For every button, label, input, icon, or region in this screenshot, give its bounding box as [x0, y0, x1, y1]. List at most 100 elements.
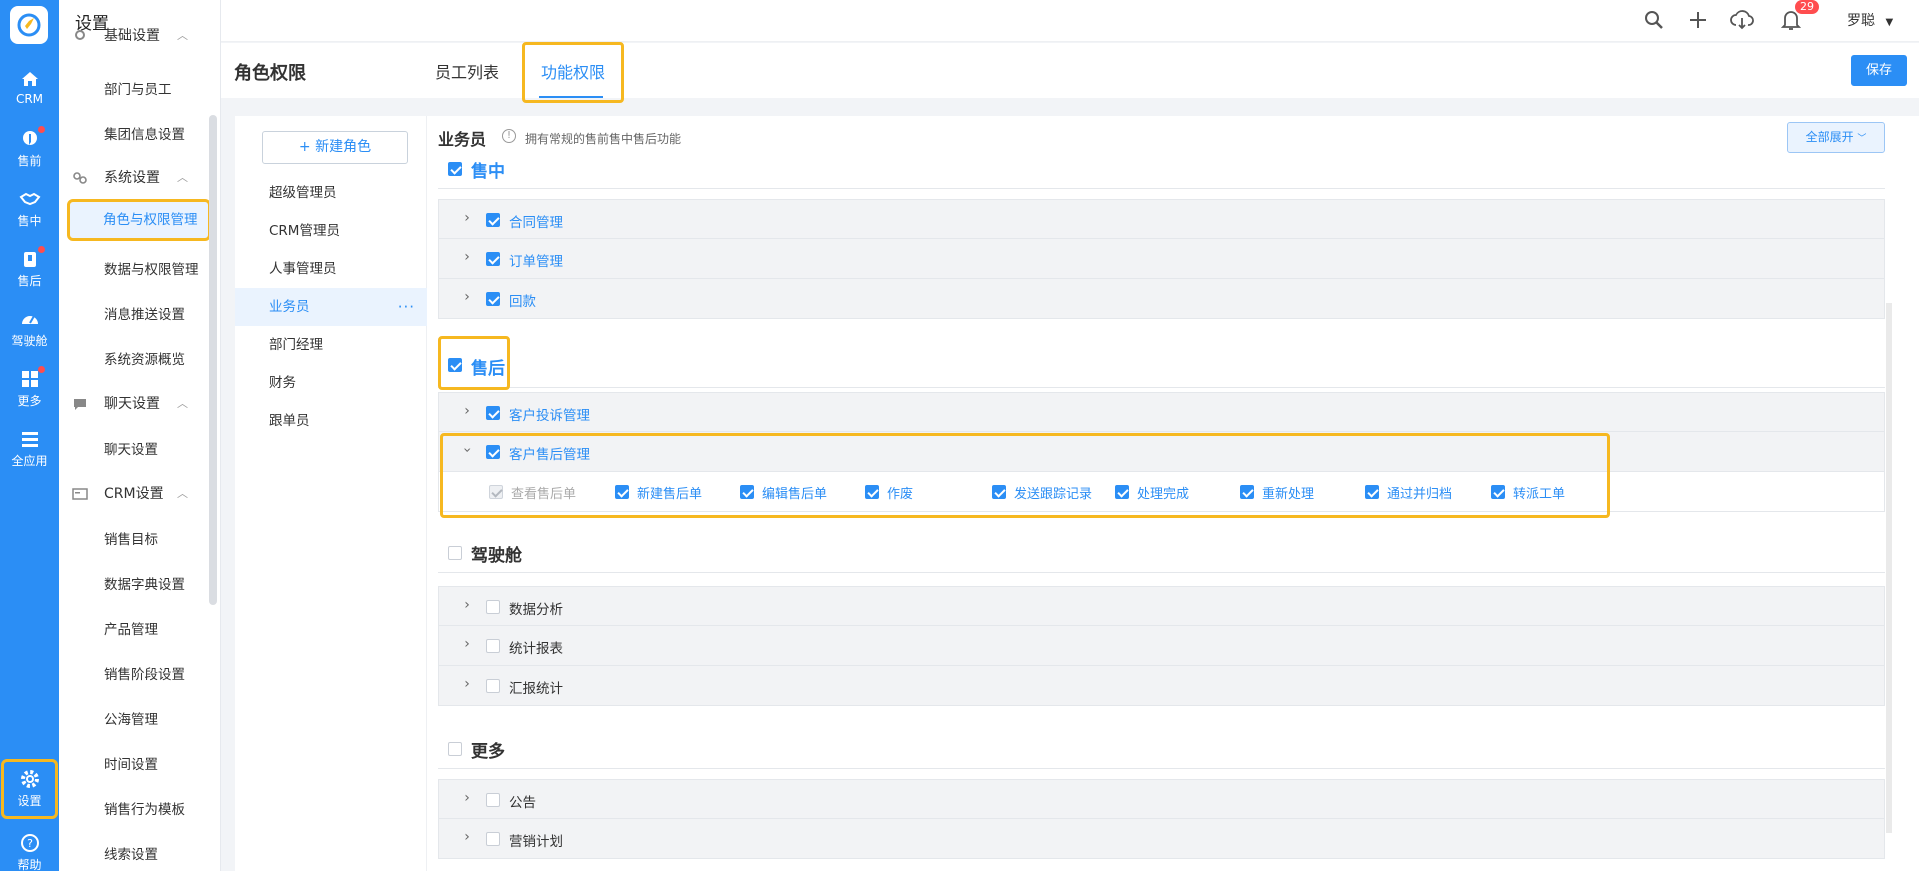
- role-item[interactable]: 跟单员: [235, 402, 427, 440]
- tab-employee-list[interactable]: 员工列表: [435, 59, 499, 83]
- permission-checkbox[interactable]: [615, 485, 629, 499]
- permission-checkbox[interactable]: [1365, 485, 1379, 499]
- module-checkbox[interactable]: [486, 832, 500, 846]
- chevron-right-icon[interactable]: ›: [461, 403, 473, 419]
- section-checkbox[interactable]: [448, 162, 462, 176]
- permission-item[interactable]: 作废: [865, 485, 913, 502]
- chevron-right-icon[interactable]: ›: [461, 636, 473, 652]
- permission-item[interactable]: 转派工单: [1491, 485, 1565, 502]
- chevron-right-icon[interactable]: ›: [461, 790, 473, 806]
- sidebar-item-departments[interactable]: 部门与员工: [59, 72, 209, 108]
- module-checkbox[interactable]: [486, 639, 500, 653]
- chevron-right-icon[interactable]: ›: [461, 249, 473, 265]
- permission-checkbox[interactable]: [865, 485, 879, 499]
- sidebar-item-time[interactable]: 时间设置: [59, 747, 209, 783]
- rail-item-settings[interactable]: 设置: [1, 759, 58, 819]
- section-checkbox[interactable]: [448, 546, 462, 560]
- module-row[interactable]: › 客户投诉管理: [438, 392, 1885, 432]
- sidebar-item-data-permissions[interactable]: 数据与权限管理: [59, 252, 209, 288]
- sidebar-group-label: 基础设置: [104, 28, 160, 44]
- section-checkbox[interactable]: [448, 358, 462, 372]
- module-checkbox[interactable]: [486, 292, 500, 306]
- rail-item-presale[interactable]: 售前: [0, 122, 59, 174]
- sidebar-item-sales-target[interactable]: 销售目标: [59, 522, 209, 558]
- sidebar-item-chat-settings[interactable]: 聊天设置: [59, 432, 209, 468]
- permission-checkbox[interactable]: [992, 485, 1006, 499]
- app-logo[interactable]: [10, 6, 48, 44]
- permission-checkbox[interactable]: [1491, 485, 1505, 499]
- sidebar-item-public-pool[interactable]: 公海管理: [59, 702, 209, 738]
- role-item[interactable]: CRM管理员: [235, 212, 427, 250]
- module-row-expanded[interactable]: › 客户售后管理: [438, 432, 1885, 472]
- permission-item[interactable]: 编辑售后单: [740, 485, 827, 502]
- rail-item-crm[interactable]: CRM: [0, 62, 59, 114]
- content-scrollbar[interactable]: [1886, 303, 1892, 833]
- tab-feature-permissions[interactable]: 功能权限: [541, 59, 605, 83]
- module-row[interactable]: › 数据分析: [438, 586, 1885, 626]
- chevron-right-icon[interactable]: ›: [461, 597, 473, 613]
- sidebar-item-group-info[interactable]: 集团信息设置: [59, 117, 209, 153]
- rail-item-all-apps[interactable]: 全应用: [0, 422, 59, 474]
- chevron-right-icon[interactable]: ›: [461, 210, 473, 226]
- module-checkbox[interactable]: [486, 213, 500, 227]
- permission-item[interactable]: 处理完成: [1115, 485, 1189, 502]
- permission-checkbox[interactable]: [1240, 485, 1254, 499]
- module-checkbox[interactable]: [486, 445, 500, 459]
- role-item[interactable]: 部门经理: [235, 326, 427, 364]
- sidebar-group-chat[interactable]: 聊天设置 ︿: [59, 386, 209, 422]
- add-button[interactable]: [1685, 7, 1711, 33]
- module-checkbox[interactable]: [486, 679, 500, 693]
- module-row[interactable]: › 订单管理: [438, 239, 1885, 279]
- permission-checkbox[interactable]: [740, 485, 754, 499]
- module-checkbox[interactable]: [486, 406, 500, 420]
- sidebar-item-roles-permissions[interactable]: 角色与权限管理: [67, 199, 211, 241]
- module-row[interactable]: › 回款: [438, 279, 1885, 319]
- permission-item[interactable]: 通过并归档: [1365, 485, 1452, 502]
- new-role-button[interactable]: + 新建角色: [262, 131, 408, 164]
- rail-item-help[interactable]: ? 帮助: [0, 830, 59, 871]
- permission-checkbox[interactable]: [1115, 485, 1129, 499]
- rail-item-dashboard[interactable]: 驾驶舱: [0, 302, 59, 354]
- chevron-right-icon[interactable]: ›: [461, 289, 473, 305]
- module-row[interactable]: › 公告: [438, 779, 1885, 819]
- save-button[interactable]: 保存: [1851, 55, 1907, 86]
- sidebar-item-products[interactable]: 产品管理: [59, 612, 209, 648]
- module-label: 订单管理: [509, 254, 563, 270]
- sidebar-item-leads[interactable]: 线索设置: [59, 837, 209, 871]
- permission-item[interactable]: 重新处理: [1240, 485, 1314, 502]
- sidebar-item-sales-template[interactable]: 销售行为模板: [59, 792, 209, 828]
- permission-item[interactable]: 发送跟踪记录: [992, 485, 1092, 502]
- module-row[interactable]: › 营销计划: [438, 819, 1885, 859]
- chevron-right-icon[interactable]: ›: [461, 676, 473, 692]
- sidebar-group-basic[interactable]: 基础设置 ︿: [59, 26, 209, 46]
- search-button[interactable]: [1641, 7, 1667, 33]
- role-item-selected[interactable]: 业务员 ···: [235, 288, 427, 326]
- rail-item-insale[interactable]: 售中: [0, 182, 59, 234]
- sidebar-item-resources[interactable]: 系统资源概览: [59, 342, 209, 378]
- user-menu[interactable]: 罗聪 ▼: [1847, 10, 1893, 30]
- module-row[interactable]: › 合同管理: [438, 199, 1885, 239]
- module-row[interactable]: › 汇报统计: [438, 666, 1885, 706]
- chevron-down-icon[interactable]: ›: [459, 444, 475, 456]
- module-checkbox[interactable]: [486, 600, 500, 614]
- more-icon[interactable]: ···: [398, 288, 415, 326]
- chevron-right-icon[interactable]: ›: [461, 829, 473, 845]
- rail-item-aftersale[interactable]: 售后: [0, 242, 59, 294]
- sidebar-scrollbar[interactable]: [209, 115, 217, 605]
- role-item[interactable]: 超级管理员: [235, 174, 427, 212]
- download-button[interactable]: [1729, 7, 1755, 33]
- permission-item[interactable]: 新建售后单: [615, 485, 702, 502]
- sidebar-item-push[interactable]: 消息推送设置: [59, 297, 209, 333]
- role-item[interactable]: 人事管理员: [235, 250, 427, 288]
- section-checkbox[interactable]: [448, 742, 462, 756]
- role-item[interactable]: 财务: [235, 364, 427, 402]
- module-checkbox[interactable]: [486, 793, 500, 807]
- module-row[interactable]: › 统计报表: [438, 626, 1885, 666]
- sidebar-group-crm[interactable]: CRM设置 ︿: [59, 476, 209, 512]
- expand-label: 全部展开: [1805, 130, 1854, 144]
- sidebar-group-system[interactable]: 系统设置 ︿: [59, 160, 209, 196]
- module-checkbox[interactable]: [486, 252, 500, 266]
- sidebar-item-dictionary[interactable]: 数据字典设置: [59, 567, 209, 603]
- sidebar-item-sales-stage[interactable]: 销售阶段设置: [59, 657, 209, 693]
- rail-item-more[interactable]: 更多: [0, 362, 59, 414]
